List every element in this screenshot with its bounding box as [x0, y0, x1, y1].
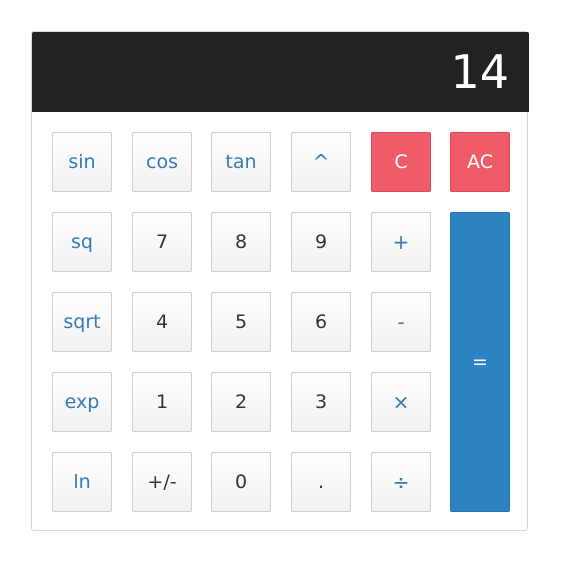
plus-button[interactable]: +	[371, 212, 431, 272]
digit-3-button[interactable]: 3	[291, 372, 351, 432]
sqrt-button[interactable]: sqrt	[52, 292, 112, 352]
multiply-button[interactable]: ×	[371, 372, 431, 432]
square-button[interactable]: sq	[52, 212, 112, 272]
decimal-button[interactable]: .	[291, 452, 351, 512]
minus-button[interactable]: -	[371, 292, 431, 352]
divide-button[interactable]: ÷	[371, 452, 431, 512]
digit-2-button[interactable]: 2	[211, 372, 271, 432]
negate-button[interactable]: +/-	[132, 452, 192, 512]
ln-button[interactable]: ln	[52, 452, 112, 512]
digit-5-button[interactable]: 5	[211, 292, 271, 352]
display-value: 14	[450, 45, 509, 99]
equals-button[interactable]: =	[450, 212, 510, 512]
exp-button[interactable]: exp	[52, 372, 112, 432]
power-button[interactable]: ^	[291, 132, 351, 192]
digit-0-button[interactable]: 0	[211, 452, 271, 512]
digit-7-button[interactable]: 7	[132, 212, 192, 272]
digit-9-button[interactable]: 9	[291, 212, 351, 272]
display-panel: 14	[32, 32, 529, 112]
digit-6-button[interactable]: 6	[291, 292, 351, 352]
digit-8-button[interactable]: 8	[211, 212, 271, 272]
tan-button[interactable]: tan	[211, 132, 271, 192]
all-clear-button[interactable]: AC	[450, 132, 510, 192]
clear-button[interactable]: C	[371, 132, 431, 192]
digit-4-button[interactable]: 4	[132, 292, 192, 352]
calculator: 14 sin cos tan ^ C AC sq 7 8 9 + = sqrt …	[31, 31, 529, 531]
cos-button[interactable]: cos	[132, 132, 192, 192]
digit-1-button[interactable]: 1	[132, 372, 192, 432]
sin-button[interactable]: sin	[52, 132, 112, 192]
